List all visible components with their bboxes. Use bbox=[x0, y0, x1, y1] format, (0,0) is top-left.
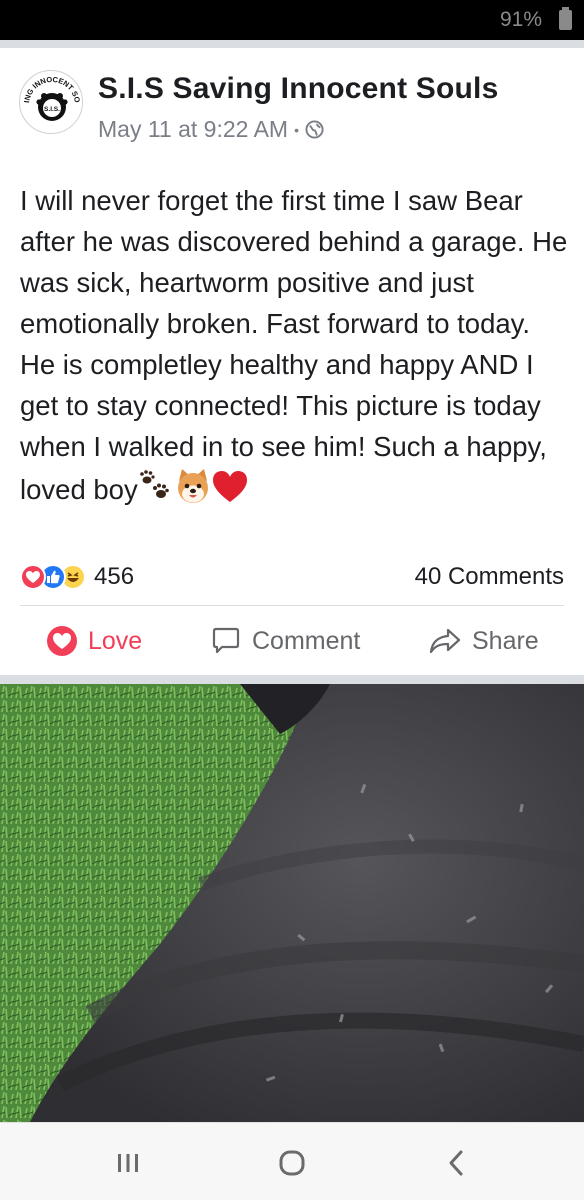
share-button-label: Share bbox=[472, 626, 539, 655]
sis-logo-icon: SAVING INNOCENT SOULS S.I.S. bbox=[20, 71, 82, 133]
post-meta: May 11 at 9:22 AM • bbox=[98, 116, 324, 143]
share-icon bbox=[429, 628, 461, 654]
divider bbox=[20, 605, 564, 606]
action-bar: Love Comment Share bbox=[0, 618, 584, 663]
post-card: SAVING INNOCENT SOULS S.I.S. S.I.S Savin… bbox=[0, 48, 584, 675]
post-body: I will never forget the first time I saw… bbox=[20, 180, 568, 516]
home-icon[interactable] bbox=[276, 1147, 308, 1179]
reactions-summary[interactable]: 456 bbox=[20, 562, 134, 592]
android-nav-bar bbox=[0, 1122, 584, 1200]
meta-separator: • bbox=[294, 121, 299, 138]
love-button[interactable]: Love bbox=[46, 622, 142, 660]
recents-icon[interactable] bbox=[112, 1147, 144, 1179]
post-body-text: I will never forget the first time I saw… bbox=[20, 185, 568, 505]
svg-text:S.I.S.: S.I.S. bbox=[44, 106, 60, 113]
globe-icon bbox=[305, 120, 324, 139]
comment-button[interactable]: Comment bbox=[210, 622, 360, 660]
love-button-label: Love bbox=[88, 626, 143, 655]
battery-icon bbox=[559, 7, 572, 30]
reaction-count: 456 bbox=[94, 563, 135, 590]
love-reaction-icon bbox=[20, 564, 46, 590]
post-timestamp[interactable]: May 11 at 9:22 AM bbox=[98, 116, 288, 143]
dog-photo-image bbox=[0, 684, 584, 1122]
comment-button-label: Comment bbox=[252, 626, 361, 655]
comments-count[interactable]: 40 Comments bbox=[415, 563, 564, 591]
status-bar: 91% bbox=[0, 0, 584, 40]
page-avatar[interactable]: SAVING INNOCENT SOULS S.I.S. bbox=[19, 70, 83, 134]
back-icon[interactable] bbox=[441, 1147, 473, 1179]
dog-photo[interactable] bbox=[0, 684, 584, 1122]
page-name[interactable]: S.I.S Saving Innocent Souls bbox=[98, 72, 498, 106]
share-button[interactable]: Share bbox=[428, 622, 539, 660]
love-reaction-icon bbox=[47, 626, 77, 656]
emoji-group bbox=[138, 467, 248, 516]
dog-face-emoji bbox=[177, 469, 208, 503]
paw-prints-emoji bbox=[139, 470, 169, 498]
comment-icon bbox=[212, 627, 240, 654]
red-heart-emoji bbox=[212, 471, 247, 502]
battery-percent: 91% bbox=[499, 8, 542, 31]
